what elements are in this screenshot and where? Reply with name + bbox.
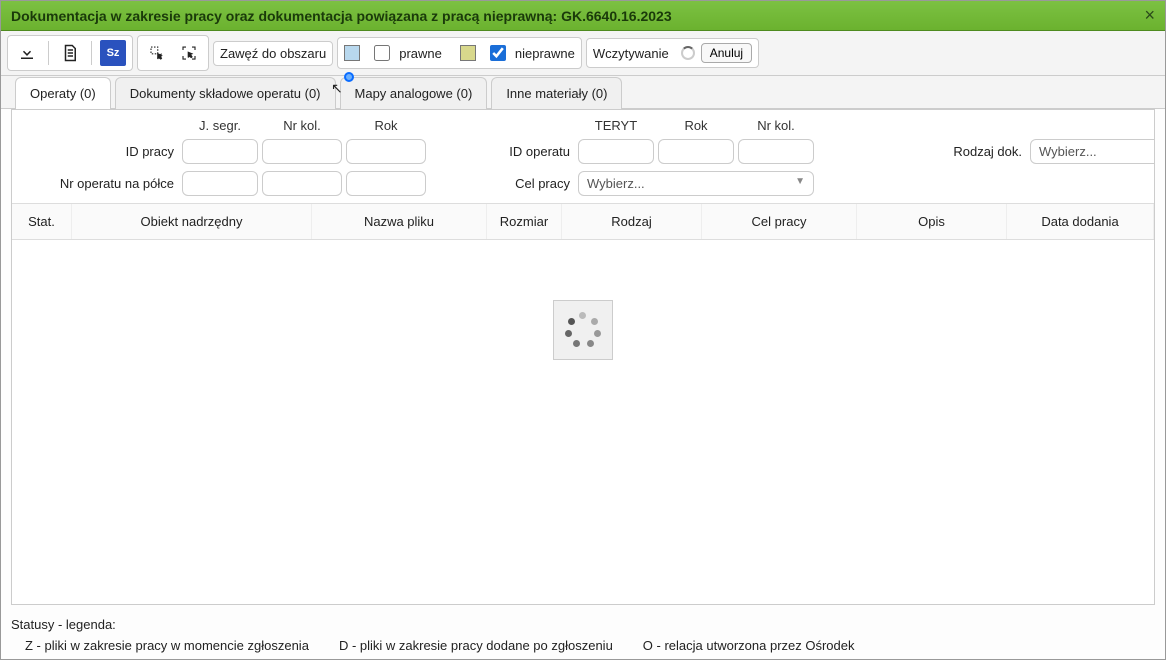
- table-body[interactable]: [12, 240, 1154, 604]
- legend-title: Statusy - legenda:: [11, 617, 1155, 632]
- loading-label: Wczytywanie: [593, 46, 669, 61]
- close-icon[interactable]: ×: [1144, 5, 1155, 26]
- col-nrkol2: Nr kol.: [738, 118, 814, 133]
- titlebar: Dokumentacja w zakresie pracy oraz dokum…: [1, 1, 1165, 31]
- cursor-arrow-icon: ↖: [331, 80, 343, 97]
- legend-d: D - pliki w zakresie pracy dodane po zgł…: [339, 638, 613, 653]
- label-idpracy: ID pracy: [18, 144, 178, 159]
- swatch-prawne: [344, 45, 360, 61]
- label-nieprawne: nieprawne: [515, 46, 575, 61]
- checkbox-nieprawne[interactable]: [490, 45, 506, 61]
- tab-inne[interactable]: Inne materiały (0): [491, 77, 622, 109]
- swatch-nieprawne: [460, 45, 476, 61]
- input-nroperatu-1[interactable]: [182, 171, 258, 196]
- tab-mapy[interactable]: Mapy analogowe (0): [340, 77, 488, 109]
- loading-spinner-icon: [681, 46, 695, 60]
- th-stat: Stat.: [12, 204, 72, 239]
- th-obiekt: Obiekt nadrzędny: [72, 204, 312, 239]
- tabs: Operaty (0) Dokumenty składowe operatu (…: [1, 76, 1165, 109]
- col-teryt: TERYT: [578, 118, 654, 133]
- label-nroperatu: Nr operatu na półce: [18, 176, 178, 191]
- label-idoperatu: ID operatu: [474, 144, 574, 159]
- busy-cursor-icon: [344, 72, 354, 82]
- input-idoperatu-teryt[interactable]: [578, 139, 654, 164]
- loading-dots-icon: [565, 312, 601, 348]
- th-nazwa: Nazwa pliku: [312, 204, 487, 239]
- download-icon[interactable]: [14, 40, 40, 66]
- input-idpracy-rok[interactable]: [346, 139, 426, 164]
- input-nroperatu-2[interactable]: [262, 171, 342, 196]
- cancel-button[interactable]: Anuluj: [701, 43, 752, 63]
- th-rodzaj: Rodzaj: [562, 204, 702, 239]
- col-nrkol: Nr kol.: [262, 118, 342, 133]
- col-rok: Rok: [346, 118, 426, 133]
- narrow-area-button[interactable]: Zawęź do obszaru: [213, 41, 333, 66]
- input-idpracy-jsegr[interactable]: [182, 139, 258, 164]
- legend: Statusy - legenda: Z - pliki w zakresie …: [1, 611, 1165, 659]
- col-rok2: Rok: [658, 118, 734, 133]
- legal-filter-group: prawne nieprawne: [337, 37, 582, 69]
- label-celpracy: Cel pracy: [474, 176, 574, 191]
- label-prawne: prawne: [399, 46, 442, 61]
- th-data: Data dodania: [1007, 204, 1154, 239]
- input-idoperatu-nrkol[interactable]: [738, 139, 814, 164]
- tab-operaty[interactable]: Operaty (0): [15, 77, 111, 109]
- pointer-select-icon[interactable]: [144, 40, 170, 66]
- tab-dokumenty[interactable]: Dokumenty składowe operatu (0): [115, 77, 336, 109]
- toolbar-group-select: [137, 35, 209, 71]
- loading-group: Wczytywanie Anuluj: [586, 38, 759, 68]
- filter-form: J. segr. Nr kol. Rok TERYT Rok Nr kol. I…: [12, 110, 1154, 203]
- checkbox-prawne[interactable]: [374, 45, 390, 61]
- input-idpracy-nrkol[interactable]: [262, 139, 342, 164]
- sz-icon[interactable]: Sz: [100, 40, 126, 66]
- th-cel: Cel pracy: [702, 204, 857, 239]
- input-idoperatu-rok[interactable]: [658, 139, 734, 164]
- th-opis: Opis: [857, 204, 1007, 239]
- app-window: Dokumentacja w zakresie pracy oraz dokum…: [0, 0, 1166, 660]
- main-panel: J. segr. Nr kol. Rok TERYT Rok Nr kol. I…: [11, 109, 1155, 605]
- legend-o: O - relacja utworzona przez Ośrodek: [643, 638, 855, 653]
- legend-z: Z - pliki w zakresie pracy w momencie zg…: [25, 638, 309, 653]
- toolbar-group-file: Sz: [7, 35, 133, 71]
- input-nroperatu-3[interactable]: [346, 171, 426, 196]
- document-icon[interactable]: [57, 40, 83, 66]
- narrow-area-label: Zawęź do obszaru: [220, 46, 326, 61]
- table-header: Stat. Obiekt nadrzędny Nazwa pliku Rozmi…: [12, 203, 1154, 240]
- window-title: Dokumentacja w zakresie pracy oraz dokum…: [11, 8, 672, 24]
- select-celpracy[interactable]: Wybierz...: [578, 171, 814, 196]
- toolbar: Sz Zawęź do obszaru prawne nieprawne Wcz…: [1, 31, 1165, 76]
- select-rodzajdok[interactable]: Wybierz...: [1030, 139, 1155, 164]
- loading-overlay: [553, 300, 613, 360]
- pointer-expand-icon[interactable]: [176, 40, 202, 66]
- col-jsegr: J. segr.: [182, 118, 258, 133]
- th-rozmiar: Rozmiar: [487, 204, 562, 239]
- label-rodzajdok: Rodzaj dok.: [946, 144, 1026, 159]
